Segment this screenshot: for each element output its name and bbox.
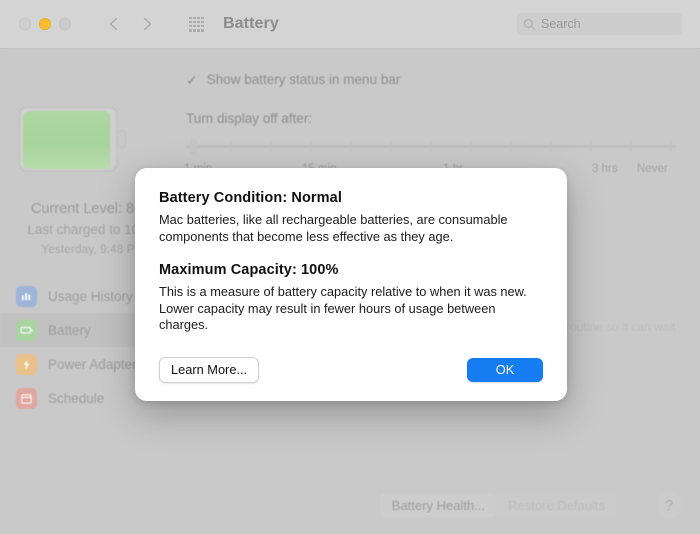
- slider-track: [186, 145, 676, 148]
- slider-tick: [270, 141, 271, 152]
- close-button[interactable]: [19, 18, 31, 30]
- sidebar-item-label: Schedule: [48, 390, 105, 406]
- dialog-spacer: [159, 245, 543, 262]
- dialog-actions: Learn More... OK: [159, 356, 543, 383]
- navigation-arrows: [106, 16, 155, 32]
- slider-tick: [390, 141, 391, 152]
- schedule-calendar-icon: [16, 387, 37, 409]
- turn-display-off-label: Turn display off after:: [186, 111, 313, 126]
- search-placeholder: Search: [541, 17, 581, 31]
- battery-graphic: [18, 106, 126, 172]
- ok-button[interactable]: OK: [467, 357, 543, 382]
- system-preferences-battery-window: Battery Search ✓ Show battery status in …: [0, 0, 700, 534]
- slider-tick: [630, 141, 631, 152]
- slider-tick: [470, 141, 471, 152]
- maximum-capacity-heading: Maximum Capacity: 100%: [159, 262, 339, 278]
- forward-icon[interactable]: [139, 16, 155, 32]
- slider-tick: [550, 141, 551, 152]
- show-battery-status-checkbox[interactable]: ✓ Show battery status in menu bar: [186, 72, 400, 87]
- slider-tick: [590, 141, 591, 152]
- battery-fill-level: [23, 111, 110, 169]
- sidebar-item-label: Battery: [48, 322, 91, 338]
- search-icon: [523, 18, 536, 31]
- grid-view-icon[interactable]: [189, 16, 204, 32]
- power-adapter-icon: [16, 353, 37, 375]
- background-note-text: routine so it can wait: [566, 320, 676, 334]
- slider-tick: [230, 141, 231, 152]
- slider-tick: [510, 141, 511, 152]
- checkmark-icon: ✓: [186, 71, 198, 88]
- minimize-button[interactable]: [39, 18, 51, 30]
- learn-more-button[interactable]: Learn More...: [159, 356, 260, 383]
- restore-defaults-button[interactable]: Restore Defaults: [496, 493, 617, 517]
- sidebar-item-label: Power Adapter: [48, 356, 137, 372]
- battery-icon: [18, 106, 118, 172]
- window-controls: [19, 18, 71, 30]
- help-button[interactable]: ?: [656, 492, 682, 518]
- battery-cap: [117, 130, 126, 148]
- zoom-button[interactable]: [59, 18, 71, 30]
- show-battery-status-label: Show battery status in menu bar: [206, 72, 401, 87]
- slider-tick-label-never: Never: [637, 163, 668, 175]
- sidebar-item-label: Usage History: [48, 288, 133, 304]
- battery-health-dialog: Battery Condition: Normal Mac batteries,…: [135, 168, 567, 401]
- slider-tick: [310, 141, 311, 152]
- slider-tick: [350, 141, 351, 152]
- search-input[interactable]: Search: [517, 13, 682, 35]
- window-titlebar: Battery Search: [0, 0, 700, 49]
- slider-tick: [430, 141, 431, 152]
- battery-condition-heading: Battery Condition: Normal: [159, 190, 342, 206]
- back-icon[interactable]: [106, 16, 122, 32]
- maximum-capacity-body: This is a measure of battery capacity re…: [159, 284, 527, 332]
- page-title: Battery: [223, 15, 279, 32]
- battery-icon: [16, 319, 37, 341]
- battery-health-button[interactable]: Battery Health...: [379, 493, 497, 517]
- pane-bottom-bar: Battery Health... Restore Defaults ?: [0, 486, 700, 526]
- usage-history-icon: [16, 285, 37, 307]
- battery-condition-body: Mac batteries, like all rechargeable bat…: [159, 212, 508, 244]
- slider-thumb[interactable]: [190, 139, 197, 155]
- slider-tick: [670, 141, 671, 152]
- slider-tick-label-3hrs: 3 hrs: [592, 163, 618, 175]
